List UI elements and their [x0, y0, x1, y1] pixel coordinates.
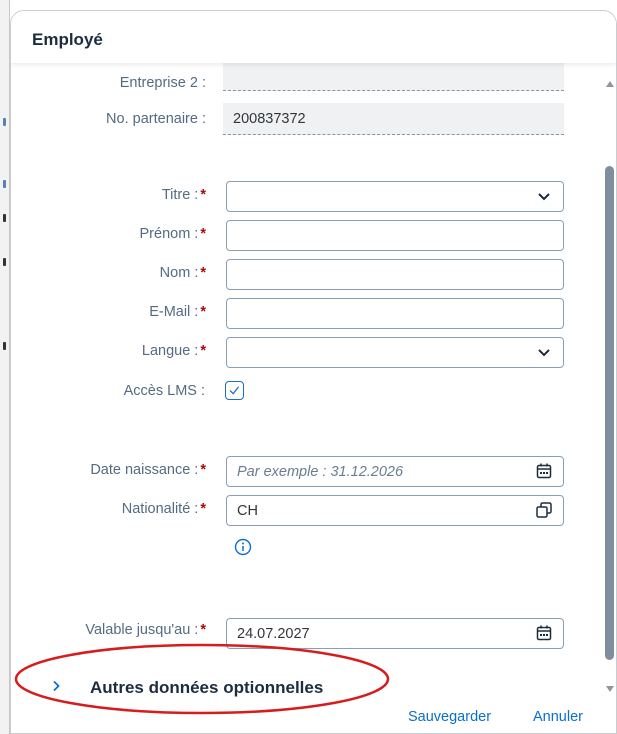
- background-mark: [3, 214, 6, 222]
- calendar-icon[interactable]: [535, 462, 553, 480]
- partner-no-field: 200837372: [223, 103, 564, 135]
- lms-access-checkbox[interactable]: [225, 381, 244, 400]
- valid-until-picker[interactable]: 24.07.2027: [226, 618, 564, 649]
- dialog-footer: Sauvegarder Annuler: [11, 703, 616, 733]
- birth-date-placeholder: Par exemple : 31.12.2026: [237, 464, 404, 480]
- company2-label: Entreprise 2 :: [119, 75, 206, 91]
- required-marker: *: [200, 343, 206, 359]
- partner-no-label: No. partenaire :: [106, 111, 206, 127]
- employee-dialog: Employé Entreprise 2 : No. partenaire : …: [10, 10, 617, 734]
- title-select[interactable]: [226, 181, 564, 212]
- optional-data-label[interactable]: Autres données optionnelles: [90, 678, 323, 698]
- background-mark: [3, 118, 6, 126]
- info-icon[interactable]: [234, 538, 252, 556]
- valid-until-value: 24.07.2027: [237, 626, 310, 642]
- dialog-header: Employé: [11, 11, 616, 63]
- save-button[interactable]: Sauvegarder: [408, 709, 491, 725]
- chevron-right-icon[interactable]: [50, 680, 62, 692]
- lms-access-row: Accès LMS :: [11, 377, 591, 407]
- lms-access-label: Accès LMS :: [123, 383, 205, 399]
- cancel-button[interactable]: Annuler: [533, 709, 583, 725]
- dialog-title: Employé: [32, 30, 103, 49]
- required-marker: *: [200, 501, 206, 517]
- calendar-icon[interactable]: [535, 624, 553, 642]
- required-marker: *: [200, 226, 206, 242]
- value-help-icon[interactable]: [535, 501, 553, 519]
- background-mark: [3, 258, 6, 266]
- scroll-up-arrow[interactable]: [606, 81, 614, 87]
- background-mark: [3, 180, 6, 188]
- company2-field: [223, 63, 564, 91]
- birth-date-picker[interactable]: Par exemple : 31.12.2026: [226, 456, 564, 487]
- required-marker: *: [200, 304, 206, 320]
- birth-date-label: Date naissance : *: [90, 462, 206, 478]
- content-scrollbar[interactable]: [601, 63, 616, 703]
- email-input[interactable]: [226, 298, 564, 329]
- background-mark: [3, 342, 6, 350]
- required-marker: *: [200, 265, 206, 281]
- valid-until-label: Valable jusqu'au : *: [85, 622, 206, 638]
- scrollbar-thumb[interactable]: [605, 166, 614, 660]
- language-select[interactable]: [226, 337, 564, 368]
- checkmark-icon: [229, 386, 240, 395]
- language-label: Langue : *: [141, 343, 206, 359]
- chevron-down-icon[interactable]: [535, 187, 553, 205]
- nationality-input[interactable]: CH: [226, 495, 564, 526]
- nationality-label: Nationalité : *: [121, 501, 206, 517]
- required-marker: *: [200, 187, 206, 203]
- title-label: Titre : *: [161, 187, 206, 203]
- first-name-label: Prénom : *: [139, 226, 207, 242]
- last-name-label: Nom : *: [159, 265, 206, 281]
- required-marker: *: [200, 622, 206, 638]
- required-marker: *: [200, 462, 206, 478]
- first-name-input[interactable]: [226, 220, 564, 251]
- scroll-down-arrow[interactable]: [606, 686, 614, 692]
- optional-data-toggle[interactable]: Autres données optionnelles: [11, 671, 601, 701]
- chevron-down-icon[interactable]: [535, 343, 553, 361]
- nationality-value: CH: [237, 503, 258, 519]
- background-page-edge: [0, 0, 10, 734]
- email-label: E-Mail : *: [149, 304, 206, 320]
- dialog-content: Entreprise 2 : No. partenaire : 20083737…: [11, 63, 601, 683]
- last-name-input[interactable]: [226, 259, 564, 290]
